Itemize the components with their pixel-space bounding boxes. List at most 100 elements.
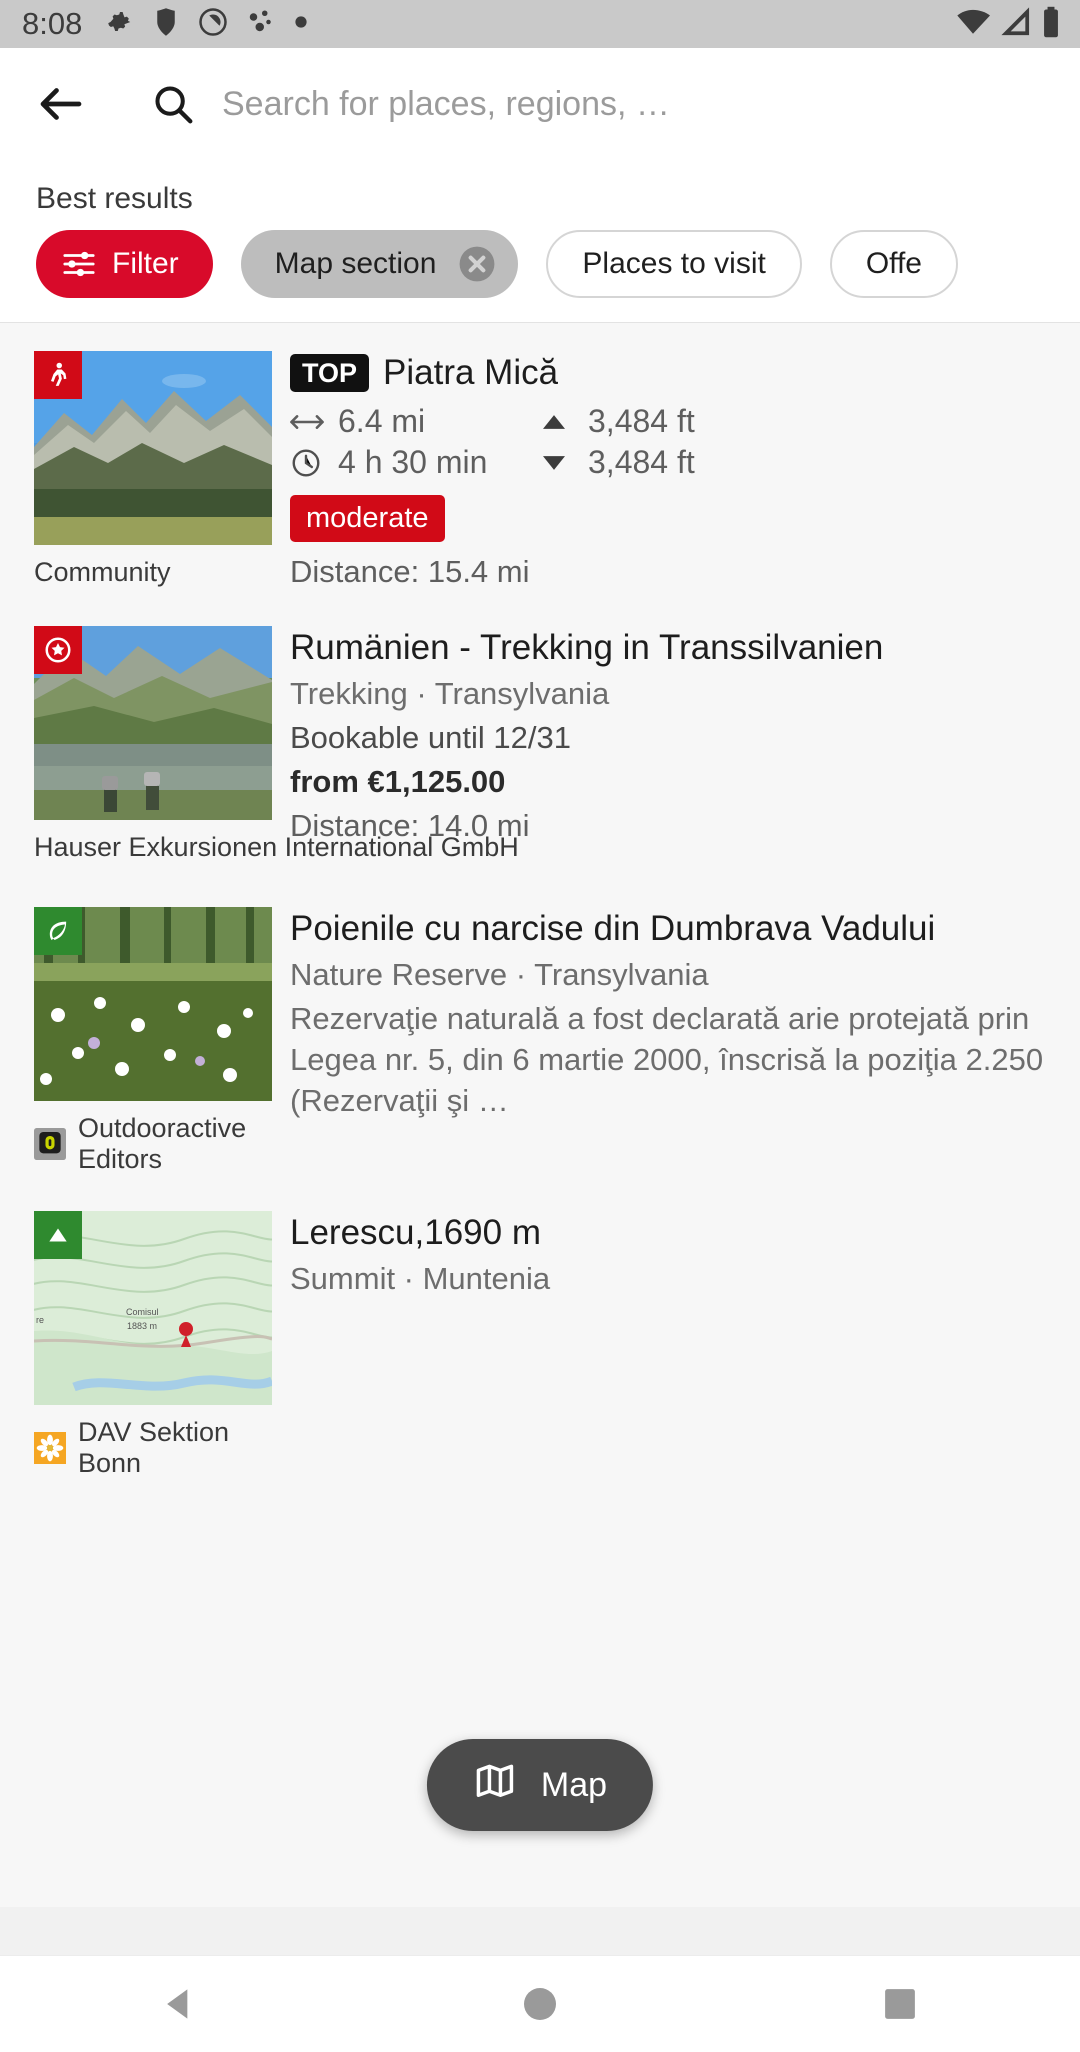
star-circle-icon [34, 626, 82, 674]
bluetooth-share-icon [247, 7, 275, 42]
result-body: Rumänien - Trekking in Transsilvanien Tr… [290, 626, 1080, 863]
result-title[interactable]: Lerescu,1690 m [290, 1213, 1080, 1253]
back-triangle-icon[interactable] [125, 1956, 235, 2052]
result-thumbnail[interactable] [34, 907, 272, 1101]
result-stats-row-1: 6.4 mi 3,484 ft [290, 403, 1080, 440]
recents-square-icon[interactable] [845, 1956, 955, 2052]
result-body: Lerescu,1690 m Summit · Muntenia [290, 1211, 1080, 1479]
places-to-visit-chip[interactable]: Places to visit [546, 230, 802, 298]
result-stats-row-2: 4 h 30 min 3,484 ft [290, 444, 1080, 481]
svg-text:1883 m: 1883 m [127, 1321, 157, 1331]
result-source: DAV Sektion Bonn [34, 1417, 272, 1479]
filter-chip-label: Filter [112, 247, 179, 280]
result-subtitle: Summit · Muntenia [290, 1261, 551, 1296]
privacy-dot-icon [198, 7, 228, 42]
map-section-chip-label: Map section [274, 247, 437, 280]
result-source: Hauser Exkursionen International GmbH [34, 832, 519, 863]
result-bookable: Bookable until 12/31 [290, 720, 571, 755]
status-bar-notification-icons [104, 7, 308, 42]
search-results-list[interactable]: Community TOP Piatra Mică 6.4 mi 3,484 f… [0, 323, 1080, 1907]
status-bar-clock: 8:08 [22, 6, 83, 41]
svg-text:re: re [36, 1315, 44, 1325]
result-map-thumbnail[interactable]: Comisul 1883 m re [34, 1211, 272, 1405]
result-price: from €1,125.00 [290, 764, 506, 799]
result-source: Community [34, 557, 272, 588]
close-circle-icon[interactable] [458, 245, 496, 283]
result-title[interactable]: Rumänien - Trekking in Transsilvanien [290, 628, 1080, 668]
top-badge: TOP [290, 353, 370, 393]
distance-arrows-icon [290, 413, 324, 431]
result-thumbnail-column: Outdooractive Editors [34, 907, 272, 1175]
offers-chip[interactable]: Offe [829, 230, 958, 298]
result-duration: 4 h 30 min [290, 444, 540, 481]
result-stats: 6.4 mi 3,484 ft 4 h 30 min 3,484 ft [290, 403, 1080, 481]
map-button[interactable]: Map [426, 1739, 654, 1831]
result-title[interactable]: Piatra Mică [383, 353, 558, 393]
status-bar-system-icons [956, 0, 1060, 48]
svg-text:Comisul: Comisul [126, 1307, 159, 1317]
ascent-triangle-icon [540, 411, 574, 433]
home-circle-icon[interactable] [485, 1956, 595, 2052]
hiking-icon [34, 351, 82, 399]
result-description: Rezervaţie naturală a fost declarată ari… [290, 1001, 1044, 1118]
bottom-strip [0, 1907, 1080, 1955]
result-thumbnail[interactable] [34, 351, 272, 545]
clock-icon [290, 447, 324, 479]
result-descent: 3,484 ft [540, 444, 695, 481]
search-input[interactable] [222, 84, 1046, 124]
result-ascent: 3,484 ft [540, 403, 695, 440]
descent-triangle-icon [540, 452, 574, 474]
summit-triangle-icon [34, 1211, 82, 1259]
outdooractive-logo-icon [34, 1128, 66, 1160]
back-arrow-icon[interactable] [34, 77, 88, 131]
result-source: Outdooractive Editors [34, 1113, 272, 1175]
result-thumbnail[interactable] [34, 626, 272, 820]
result-card-piatra-mica[interactable]: Community TOP Piatra Mică 6.4 mi 3,484 f… [0, 323, 1080, 590]
result-thumbnail-column: Hauser Exkursionen International GmbH [34, 626, 519, 863]
filter-chip-row[interactable]: Filter Map section Places to visit Offe [36, 230, 1080, 322]
difficulty-badge: moderate [290, 495, 445, 542]
search-icon[interactable] [150, 81, 196, 127]
result-body: TOP Piatra Mică 6.4 mi 3,484 ft 4 h 30 m… [290, 351, 1080, 590]
result-source-label: Outdooractive Editors [78, 1113, 247, 1174]
result-subtitle: Trekking · Transylvania [290, 676, 610, 711]
result-subtitle: Nature Reserve · Transylvania [290, 957, 709, 992]
filter-chip[interactable]: Filter [36, 230, 213, 298]
offers-chip-label: Offe [865, 247, 922, 280]
result-source-label: Community [34, 557, 171, 587]
battery-icon [1042, 6, 1060, 43]
result-card-poienile-narcise[interactable]: Outdooractive Editors Poienile cu narcis… [0, 863, 1080, 1175]
result-body: Poienile cu narcise din Dumbrava Vadului… [290, 907, 1080, 1175]
result-distance: Distance: 15.4 mi [290, 554, 530, 589]
places-to-visit-chip-label: Places to visit [582, 247, 766, 280]
result-thumbnail-column: Comisul 1883 m re DAV Sektion Bonn [34, 1211, 272, 1479]
map-section-chip[interactable]: Map section [240, 230, 519, 298]
result-source-label: DAV Sektion Bonn [78, 1417, 230, 1478]
result-card-lerescu[interactable]: Comisul 1883 m re DAV Sektion Bonn Leres… [0, 1175, 1080, 1479]
shield-icon [153, 7, 179, 42]
results-header: Best results Filter Map section Places t… [0, 160, 1080, 323]
cellular-signal-icon [1000, 6, 1032, 42]
result-length: 6.4 mi [290, 403, 540, 440]
result-ascent-value: 3,484 ft [588, 403, 695, 439]
result-title[interactable]: Poienile cu narcise din Dumbrava Vadului [290, 909, 1080, 949]
result-title-row: TOP Piatra Mică [290, 353, 1080, 393]
result-card-rumanien-trekking[interactable]: Hauser Exkursionen International GmbH Ru… [0, 590, 1080, 863]
leaf-icon [34, 907, 82, 955]
wifi-icon [956, 7, 990, 42]
result-distance: Distance: 14.0 mi [290, 808, 530, 843]
gear-icon [104, 7, 134, 42]
map-icon [473, 1759, 517, 1812]
result-thumbnail-column: Community [34, 351, 272, 590]
map-button-label: Map [540, 1765, 608, 1804]
best-results-label: Best results [36, 182, 193, 215]
search-bar [0, 48, 1080, 160]
status-bar: 8:08 [0, 0, 1080, 48]
result-descent-value: 3,484 ft [588, 444, 695, 480]
filter-sliders-icon [62, 249, 96, 279]
android-navigation-bar [0, 1955, 1080, 2051]
dot-icon [294, 15, 308, 34]
result-duration-value: 4 h 30 min [338, 444, 488, 480]
edelweiss-logo-icon [34, 1432, 66, 1464]
result-length-value: 6.4 mi [338, 403, 426, 439]
